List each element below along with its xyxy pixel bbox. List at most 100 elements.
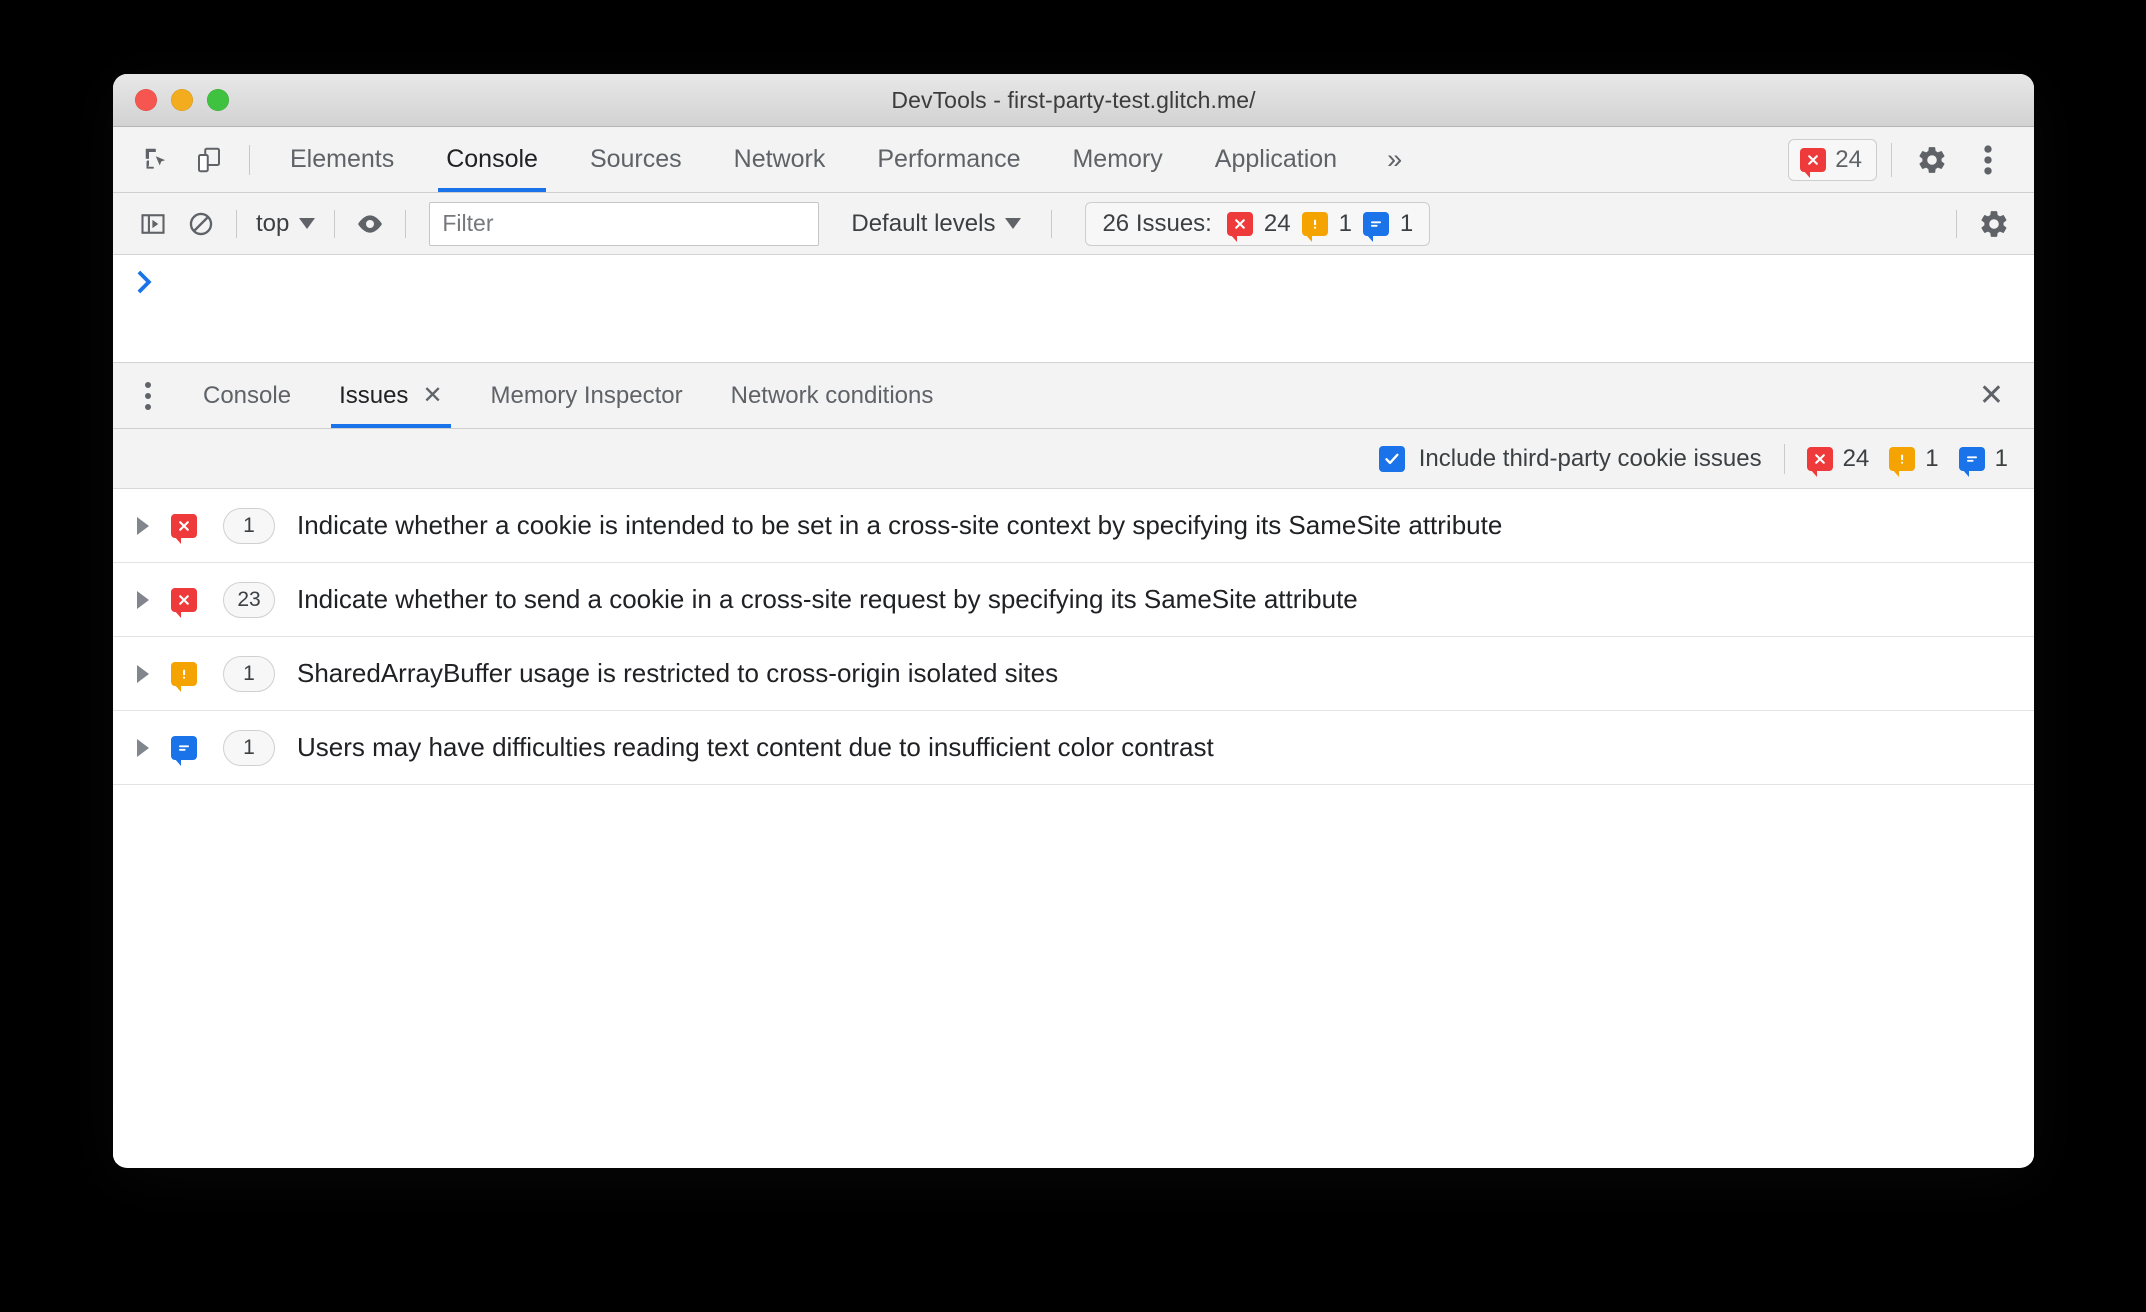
issues-empty-area bbox=[113, 785, 2034, 1163]
console-toolbar-actions bbox=[1945, 198, 2020, 250]
traffic-lights bbox=[135, 89, 229, 111]
drawer-tab-memory-inspector[interactable]: Memory Inspector bbox=[467, 363, 707, 428]
maximize-window-button[interactable] bbox=[207, 89, 229, 111]
tabbar-actions: 24 bbox=[1788, 134, 2034, 186]
divider bbox=[1891, 142, 1892, 177]
tab-elements[interactable]: Elements bbox=[264, 127, 420, 192]
error-bubble-icon bbox=[1226, 211, 1253, 242]
drawer-tab-console[interactable]: Console bbox=[179, 363, 315, 428]
gear-icon[interactable] bbox=[1906, 134, 1958, 186]
drawer-tab-label: Console bbox=[203, 381, 292, 409]
devtools-window: DevTools - first-party-test.glitch.me/ E… bbox=[113, 74, 2034, 1168]
error-count: 24 bbox=[1842, 444, 1870, 472]
issue-title: Indicate whether a cookie is intended to… bbox=[297, 510, 1503, 540]
info-count: 1 bbox=[1399, 209, 1414, 237]
more-tabs-icon[interactable]: » bbox=[1363, 144, 1426, 175]
kebab-menu-icon[interactable] bbox=[1962, 134, 2014, 186]
info-bubble-icon bbox=[1362, 211, 1389, 242]
issue-row[interactable]: 23 Indicate whether to send a cookie in … bbox=[113, 563, 2034, 637]
expand-arrow-icon[interactable] bbox=[137, 664, 149, 683]
drawer-tab-network-conditions[interactable]: Network conditions bbox=[707, 363, 958, 428]
console-sidebar-icon[interactable] bbox=[129, 201, 177, 247]
panel-tabs: Elements Console Sources Network Perform… bbox=[264, 127, 1426, 192]
tab-label: Elements bbox=[290, 145, 395, 173]
divider bbox=[405, 209, 407, 238]
divider bbox=[236, 209, 237, 238]
tab-network[interactable]: Network bbox=[708, 127, 852, 192]
drawer-tabbar: Console Issues ✕ Memory Inspector Networ… bbox=[113, 363, 2034, 429]
execution-context-selector[interactable]: top bbox=[248, 210, 323, 238]
error-bubble-icon bbox=[171, 587, 197, 618]
issues-summary-button[interactable]: 26 Issues: 24 1 1 bbox=[1085, 201, 1431, 246]
divider bbox=[1051, 209, 1053, 238]
tab-label: Network bbox=[733, 145, 826, 173]
console-output[interactable] bbox=[113, 255, 2034, 363]
checkbox-checked-icon bbox=[1378, 445, 1405, 472]
issue-count-pill: 23 bbox=[223, 581, 275, 618]
issue-title: SharedArrayBuffer usage is restricted to… bbox=[297, 658, 1059, 688]
tab-sources[interactable]: Sources bbox=[564, 127, 708, 192]
main-tabbar: Elements Console Sources Network Perform… bbox=[113, 127, 2034, 193]
info-bubble-icon bbox=[171, 735, 197, 766]
tab-console[interactable]: Console bbox=[420, 127, 564, 192]
issue-row[interactable]: 1 Indicate whether a cookie is intended … bbox=[113, 489, 2034, 563]
clear-console-icon[interactable] bbox=[177, 201, 225, 247]
close-drawer-icon[interactable]: ✕ bbox=[1971, 373, 2012, 419]
issue-title: Indicate whether to send a cookie in a c… bbox=[297, 584, 1358, 614]
tab-label: Memory bbox=[1072, 145, 1163, 173]
prompt-chevron-icon bbox=[135, 269, 2034, 300]
chevron-down-icon bbox=[299, 218, 316, 229]
close-tab-icon[interactable]: ✕ bbox=[422, 383, 442, 408]
window-titlebar: DevTools - first-party-test.glitch.me/ bbox=[113, 74, 2034, 127]
levels-label: Default levels bbox=[851, 209, 996, 237]
issue-counts: 24 1 1 bbox=[1806, 444, 2008, 477]
divider bbox=[1783, 443, 1785, 474]
warning-bubble-icon bbox=[171, 661, 197, 692]
issue-row[interactable]: 1 Users may have difficulties reading te… bbox=[113, 711, 2034, 785]
close-window-button[interactable] bbox=[135, 89, 157, 111]
error-bubble-icon bbox=[1800, 147, 1827, 178]
context-label: top bbox=[256, 209, 290, 237]
inspect-element-icon[interactable] bbox=[131, 136, 183, 184]
tab-memory[interactable]: Memory bbox=[1046, 127, 1188, 192]
drawer-menu-icon[interactable] bbox=[123, 371, 173, 421]
issues-label: 26 Issues: bbox=[1102, 209, 1212, 237]
tab-label: Sources bbox=[589, 145, 682, 173]
warning-bubble-icon bbox=[1889, 446, 1916, 477]
divider bbox=[1956, 209, 1957, 238]
expand-arrow-icon[interactable] bbox=[137, 590, 149, 609]
error-count: 24 bbox=[1835, 145, 1862, 173]
expand-arrow-icon[interactable] bbox=[137, 516, 149, 535]
issue-count-pill: 1 bbox=[223, 655, 275, 692]
error-bubble-icon bbox=[171, 513, 197, 544]
include-third-party-cookie-issues-checkbox[interactable]: Include third-party cookie issues bbox=[1378, 445, 1762, 473]
error-bubble-icon bbox=[1806, 446, 1833, 477]
minimize-window-button[interactable] bbox=[171, 89, 193, 111]
live-expression-icon[interactable] bbox=[346, 201, 394, 247]
console-toolbar: top Default levels 26 Issues: bbox=[113, 193, 2034, 255]
screenshot-root: DevTools - first-party-test.glitch.me/ E… bbox=[0, 0, 2146, 1312]
error-count-badge[interactable]: 24 bbox=[1788, 138, 1877, 181]
error-count: 24 bbox=[1263, 209, 1291, 237]
issue-row[interactable]: 1 SharedArrayBuffer usage is restricted … bbox=[113, 637, 2034, 711]
issue-count-pill: 1 bbox=[223, 507, 275, 544]
info-bubble-icon bbox=[1958, 446, 1985, 477]
drawer-tab-issues[interactable]: Issues ✕ bbox=[315, 363, 466, 428]
tab-application[interactable]: Application bbox=[1189, 127, 1363, 192]
drawer-tab-label: Memory Inspector bbox=[490, 381, 683, 409]
tab-performance[interactable]: Performance bbox=[851, 127, 1046, 192]
tab-label: Performance bbox=[877, 145, 1021, 173]
drawer-tab-label: Network conditions bbox=[730, 381, 934, 409]
gear-icon[interactable] bbox=[1968, 198, 2020, 250]
chevron-down-icon bbox=[1005, 218, 1022, 229]
device-toolbar-icon[interactable] bbox=[183, 136, 235, 184]
divider bbox=[334, 209, 336, 238]
filter-input[interactable] bbox=[429, 201, 820, 246]
issues-list: 1 Indicate whether a cookie is intended … bbox=[113, 489, 2034, 1163]
tab-label: Console bbox=[446, 145, 538, 173]
log-levels-selector[interactable]: Default levels bbox=[843, 210, 1029, 238]
issues-toolbar: Include third-party cookie issues 24 1 1 bbox=[113, 429, 2034, 489]
warning-bubble-icon bbox=[1301, 211, 1328, 242]
window-title: DevTools - first-party-test.glitch.me/ bbox=[891, 86, 1256, 113]
expand-arrow-icon[interactable] bbox=[137, 738, 149, 757]
